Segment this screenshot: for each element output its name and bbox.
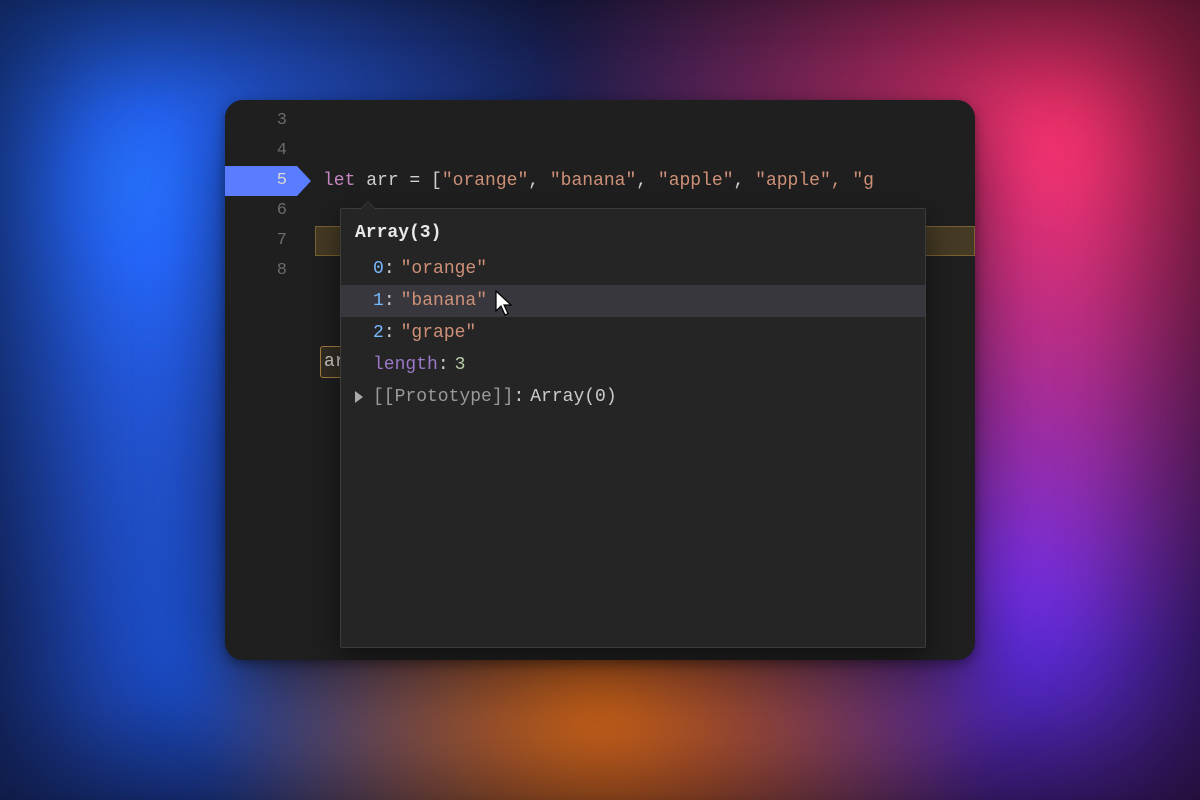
colon: : — [513, 381, 524, 413]
editor-window: 3 4 5 6 7 8 let arr = ["orange", "banana… — [225, 100, 975, 660]
line-number: 5 — [257, 166, 287, 196]
colon: : — [384, 253, 395, 285]
punct-token: , — [636, 171, 658, 191]
string-token: "banana" — [550, 171, 636, 191]
colon: : — [438, 349, 449, 381]
line-number: 8 — [257, 256, 287, 286]
popup-length-value: 3 — [455, 349, 466, 381]
expand-triangle-icon[interactable] — [355, 391, 363, 403]
popup-body: 0: "orange" 1: "banana" 2: "grape" lengt… — [341, 253, 925, 419]
identifier-token: arr — [366, 171, 398, 191]
popup-proto-value: Array(0) — [530, 381, 616, 413]
gutter-row[interactable]: 6 — [225, 196, 315, 226]
popup-item-key: 1 — [373, 285, 384, 317]
line-number: 6 — [257, 196, 287, 226]
keyword-token: let — [323, 171, 355, 191]
popup-item-value: "grape" — [401, 317, 477, 349]
gutter[interactable]: 3 4 5 6 7 8 — [225, 100, 315, 660]
popup-length-row[interactable]: length: 3 — [341, 349, 925, 381]
popup-item-row[interactable]: 2: "grape" — [341, 317, 925, 349]
popup-proto-key: [[Prototype]] — [373, 381, 513, 413]
punct-token: , — [528, 171, 550, 191]
gutter-row-current[interactable]: 5 — [225, 166, 315, 196]
gutter-row[interactable]: 7 — [225, 226, 315, 256]
line-number: 7 — [257, 226, 287, 256]
punct-token: , — [734, 171, 756, 191]
debug-hover-popup[interactable]: Array(3) 0: "orange" 1: "banana" 2: "gra… — [340, 208, 926, 648]
colon: : — [384, 285, 395, 317]
popup-item-row[interactable]: 1: "banana" — [341, 285, 925, 317]
code-area[interactable]: 3 4 5 6 7 8 let arr = ["orange", "banana… — [225, 100, 975, 660]
popup-item-key: 2 — [373, 317, 384, 349]
colon: : — [384, 317, 395, 349]
popup-item-key: 0 — [373, 253, 384, 285]
popup-item-value: "banana" — [401, 285, 487, 317]
string-token: , "g — [831, 171, 874, 191]
string-token: "apple" — [658, 171, 734, 191]
string-token: "orange" — [442, 171, 528, 191]
code-line[interactable]: let arr = ["orange", "banana", "apple", … — [315, 166, 975, 196]
gutter-row[interactable]: 8 — [225, 256, 315, 286]
popup-prototype-row[interactable]: [[Prototype]]: Array(0) — [341, 381, 925, 413]
line-number: 4 — [257, 136, 287, 166]
popup-item-row[interactable]: 0: "orange" — [341, 253, 925, 285]
popup-header: Array(3) — [341, 209, 925, 253]
popup-length-key: length — [373, 349, 438, 381]
gutter-row[interactable]: 3 — [225, 106, 315, 136]
popup-item-value: "orange" — [401, 253, 487, 285]
string-token: "apple" — [755, 171, 831, 191]
gutter-row[interactable]: 4 — [225, 136, 315, 166]
punct-token: = [ — [399, 171, 442, 191]
line-number: 3 — [257, 106, 287, 136]
